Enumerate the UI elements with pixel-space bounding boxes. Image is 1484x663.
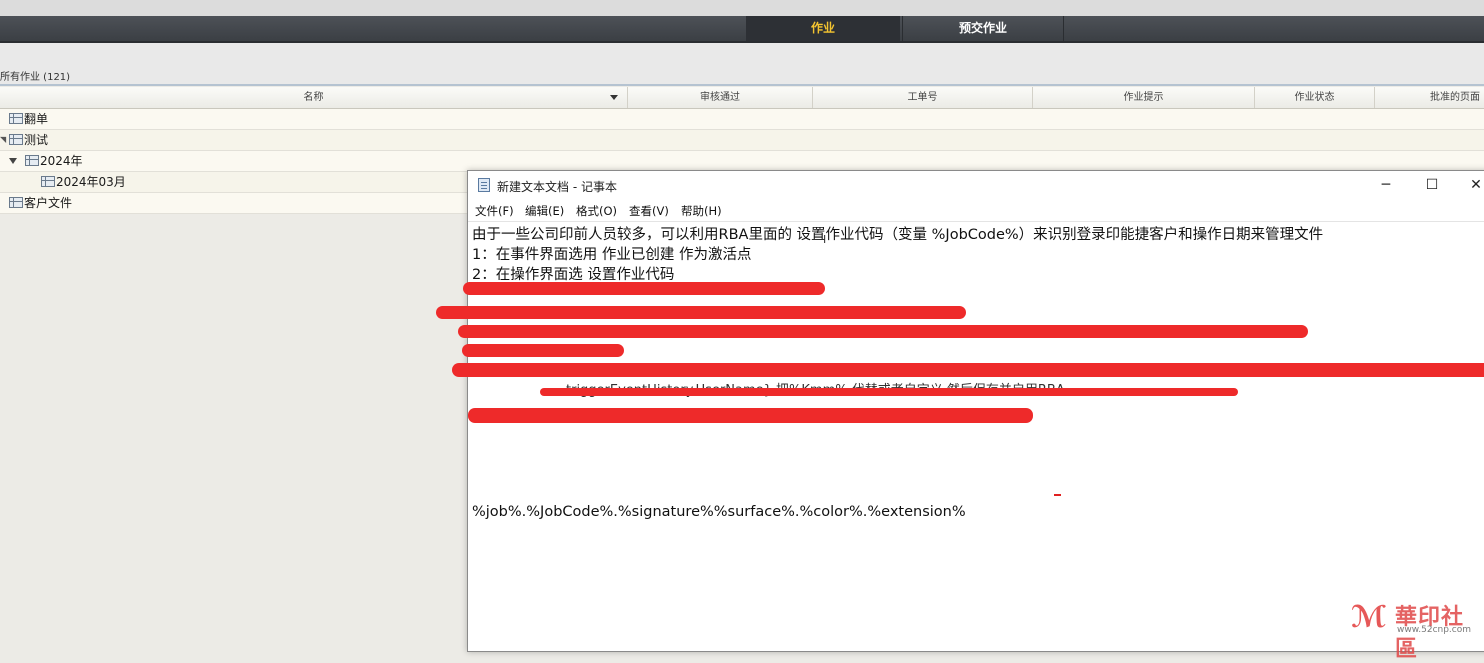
notepad-icon — [478, 178, 490, 192]
tree-item-test[interactable]: ◥ 测试 — [0, 130, 1484, 151]
menu-edit[interactable]: 编辑(E) — [525, 203, 564, 219]
text-line-3: 2：在操作界面选 设置作业代码 — [472, 267, 675, 283]
watermark-logo-icon: ℳ — [1351, 600, 1387, 635]
tree-item-label: 客户文件 — [24, 196, 73, 210]
column-order-label: 工单号 — [907, 92, 938, 103]
notepad-window[interactable]: 新建文本文档 - 记事本 ─ ☐ ✕ 文件(F) 编辑(E) 格式(O) 查看(… — [436, 170, 1484, 652]
text-line-1: 由于一些公司印前人员较多，可以利用RBA里面的 设置作业代码（变量 %JobCo… — [472, 227, 1324, 243]
redaction-mark — [463, 282, 825, 295]
job-count-label: 所有作业 (121) — [0, 72, 71, 83]
folder-icon — [9, 134, 23, 145]
tree-item-label: 2024年 — [40, 154, 83, 168]
column-name[interactable]: 名称 — [0, 87, 628, 108]
red-dash-mark — [1054, 494, 1061, 496]
tree-item-label: 测试 — [24, 133, 49, 147]
toolbar-divider — [0, 84, 1484, 86]
menu-help[interactable]: 帮助(H) — [681, 203, 722, 219]
column-approved[interactable]: 审核通过 — [628, 87, 813, 108]
filename-template-line: %job%.%JobCode%.%signature%%surface%.%co… — [472, 504, 966, 520]
tab-pre-jobs[interactable]: 预交作业 — [902, 16, 1064, 41]
maximize-button[interactable]: ☐ — [1410, 171, 1454, 201]
column-header: 名称 审核通过 工单号 作业提示 作业状态 批准的页面 — [0, 87, 1484, 109]
redaction-mark — [458, 325, 1308, 338]
column-pages-label: 批准的页面 — [1430, 92, 1480, 103]
folder-icon — [9, 113, 23, 124]
notepad-text-area[interactable]: 由于一些公司印前人员较多，可以利用RBA里面的 设置作业代码（变量 %JobCo… — [436, 221, 1484, 652]
tree-item-fandan[interactable]: 翻单 — [0, 109, 1484, 130]
column-name-label: 名称 — [303, 92, 324, 103]
column-approved-label: 审核通过 — [700, 92, 740, 103]
folder-icon — [41, 176, 55, 187]
column-job-hint[interactable]: 作业提示 — [1033, 87, 1255, 108]
close-button[interactable]: ✕ — [1454, 171, 1484, 201]
column-order-number[interactable]: 工单号 — [813, 87, 1033, 108]
text-line-2: 1：在事件界面选用 作业已创建 作为激活点 — [472, 247, 752, 263]
column-approved-pages[interactable]: 批准的页面 — [1375, 87, 1484, 108]
tree-item-label: 2024年03月 — [56, 175, 126, 189]
expand-caret-icon[interactable] — [9, 158, 17, 164]
redaction-mark — [452, 363, 1484, 377]
toolbar-area — [0, 43, 1484, 85]
redaction-mark — [540, 388, 1238, 396]
redaction-mark — [468, 408, 1033, 423]
minimize-button[interactable]: ─ — [1364, 171, 1408, 201]
column-job-status[interactable]: 作业状态 — [1255, 87, 1375, 108]
menu-format[interactable]: 格式(O) — [576, 203, 617, 219]
column-status-label: 作业状态 — [1294, 92, 1335, 103]
sort-desc-icon[interactable] — [610, 95, 618, 100]
menu-file[interactable]: 文件(F) — [475, 203, 514, 219]
folder-icon — [9, 197, 23, 208]
redaction-mark — [436, 306, 966, 319]
notepad-titlebar[interactable]: 新建文本文档 - 记事本 ─ ☐ ✕ — [468, 171, 1484, 201]
tree-item-label: 翻单 — [24, 112, 49, 126]
top-strip — [0, 0, 1484, 16]
notepad-title: 新建文本文档 - 记事本 — [497, 180, 617, 194]
tab-jobs[interactable]: 作业 — [746, 16, 900, 41]
collapse-caret-icon[interactable]: ◥ — [0, 130, 6, 150]
redaction-mark — [462, 344, 624, 357]
folder-icon — [25, 155, 39, 166]
text-cursor-icon: I — [823, 233, 827, 246]
notepad-menubar: 文件(F) 编辑(E) 格式(O) 查看(V) 帮助(H) — [468, 201, 1484, 221]
menu-view[interactable]: 查看(V) — [629, 203, 669, 219]
tree-item-2024[interactable]: 2024年 — [0, 151, 1484, 172]
watermark-url: www.52cnp.com — [1397, 625, 1472, 635]
column-hint-label: 作业提示 — [1123, 92, 1164, 103]
tab-bar: 作业 预交作业 — [0, 16, 1484, 43]
